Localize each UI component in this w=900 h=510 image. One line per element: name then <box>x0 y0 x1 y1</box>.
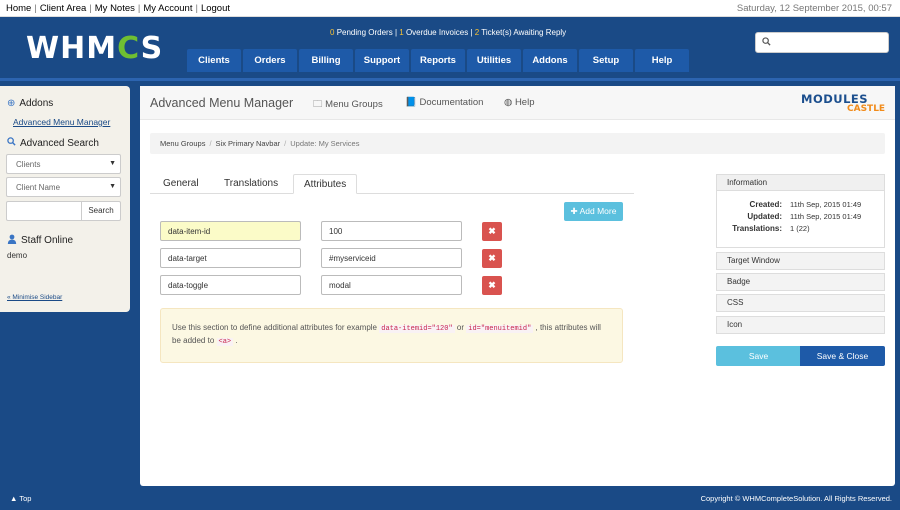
attribute-name-input[interactable]: data-item-id <box>160 221 301 241</box>
nav-tab-clients[interactable]: Clients <box>187 49 241 72</box>
arrow-up-icon: ▲ <box>10 494 18 503</box>
attribute-value-input[interactable]: #myserviceid <box>321 248 462 268</box>
nav-tab-reports[interactable]: Reports <box>411 49 465 72</box>
breadcrumb-navbar[interactable]: Six Primary Navbar <box>216 139 281 148</box>
search-field-select[interactable]: Client Name ▼ <box>6 177 121 197</box>
delete-attribute-button[interactable]: ✖ <box>482 249 502 268</box>
translations-row: Translations: 1 (22) <box>732 224 810 233</box>
plus-icon: ✚ <box>570 206 578 216</box>
top-nav-client-area[interactable]: Client Area <box>40 3 86 14</box>
tab-translations[interactable]: Translations <box>214 174 288 194</box>
updated-row: Updated: 11th Sep, 2015 01:49 <box>747 212 862 221</box>
tickets-awaiting-link[interactable]: Ticket(s) Awaiting Reply <box>481 28 566 37</box>
attribute-value-input[interactable]: 100 <box>321 221 462 241</box>
nav-tab-help[interactable]: Help <box>635 49 689 72</box>
attribute-name-input[interactable]: data-toggle <box>160 275 301 295</box>
top-nav-my-notes[interactable]: My Notes <box>95 3 135 14</box>
top-bar: Home | Client Area | My Notes | My Account | Log… <box>0 0 900 17</box>
section-css[interactable]: CSS <box>716 294 885 312</box>
save-close-button[interactable]: Save & Close <box>800 346 885 366</box>
main-nav: Clients Orders Billing Support Reports U… <box>187 49 689 72</box>
documentation-link[interactable]: 📘 Documentation <box>405 97 483 108</box>
notifications-bar: 0 Pending Orders | 1 Overdue Invoices | … <box>330 28 567 37</box>
sidebar-search-button[interactable]: Search <box>81 201 121 221</box>
plug-icon: ⊕ <box>7 98 16 109</box>
book-icon: 📘 <box>405 97 417 108</box>
folder-icon: 🗀 <box>313 99 323 110</box>
datetime: Saturday, 12 September 2015, 00:57 <box>736 3 892 14</box>
search-icon <box>762 37 771 48</box>
search-icon <box>7 137 16 149</box>
nav-tab-addons[interactable]: Addons <box>523 49 577 72</box>
close-icon: ✖ <box>488 253 496 263</box>
menu-groups-link[interactable]: 🗀 Menu Groups <box>313 97 383 113</box>
add-more-button[interactable]: ✚ Add More <box>564 202 623 221</box>
nav-tab-utilities[interactable]: Utilities <box>467 49 521 72</box>
top-nav-my-account[interactable]: My Account <box>143 3 192 14</box>
content-header: Advanced Menu Manager 🗀 Menu Groups 📘 Do… <box>140 86 895 120</box>
tabs: General Translations Attributes <box>150 174 634 194</box>
nav-tab-orders[interactable]: Orders <box>243 49 297 72</box>
caret-down-icon: ▼ <box>109 183 116 190</box>
attribute-name-input[interactable]: data-target <box>160 248 301 268</box>
header-divider <box>0 72 900 81</box>
nav-tab-setup[interactable]: Setup <box>579 49 633 72</box>
top-nav: Home | Client Area | My Notes | My Account | Log… <box>6 3 230 14</box>
close-icon: ✖ <box>488 280 496 290</box>
overdue-invoices-link[interactable]: Overdue Invoices <box>406 28 468 37</box>
whmcs-logo[interactable]: WHMCS <box>26 31 163 66</box>
section-badge[interactable]: Badge <box>716 273 885 291</box>
caret-down-icon: ▼ <box>109 160 116 167</box>
main-content: Advanced Menu Manager 🗀 Menu Groups 📘 Do… <box>140 86 895 486</box>
created-row: Created: 11th Sep, 2015 01:49 <box>749 200 862 209</box>
sidebar-search-input[interactable] <box>6 201 82 221</box>
delete-attribute-button[interactable]: ✖ <box>482 222 502 241</box>
header: WHMCS 0 Pending Orders | 1 Overdue Invoi… <box>0 17 900 72</box>
advanced-menu-manager-link[interactable]: Advanced Menu Manager <box>13 117 110 127</box>
search-type-select[interactable]: Clients ▼ <box>6 154 121 174</box>
tab-general[interactable]: General <box>153 174 209 194</box>
information-heading: Information <box>716 174 885 191</box>
information-body: Created: 11th Sep, 2015 01:49 Updated: 11t… <box>716 191 885 248</box>
staff-online-heading: Staff Online <box>7 234 73 247</box>
breadcrumb-current: Update: My Services <box>290 139 360 148</box>
nav-tab-support[interactable]: Support <box>355 49 409 72</box>
nav-tab-billing[interactable]: Billing <box>299 49 353 72</box>
header-search-input[interactable] <box>755 32 889 53</box>
gear-icon: C <box>117 31 141 66</box>
nav-separator: | <box>34 3 37 14</box>
attribute-value-input[interactable]: modal <box>321 275 462 295</box>
lifebuoy-icon: ◍ <box>504 97 513 108</box>
nav-separator: | <box>89 3 92 14</box>
user-icon <box>7 234 17 247</box>
breadcrumb-menu-groups[interactable]: Menu Groups <box>160 139 205 148</box>
nav-separator: | <box>195 3 198 14</box>
attributes-help-note: Use this section to define additional at… <box>160 308 623 363</box>
section-target-window[interactable]: Target Window <box>716 252 885 270</box>
save-button[interactable]: Save <box>716 346 801 366</box>
copyright: Copyright © WHMCompleteSolution. All Rig… <box>700 494 892 503</box>
nav-separator: | <box>137 3 141 14</box>
tab-attributes[interactable]: Attributes <box>293 174 358 194</box>
delete-attribute-button[interactable]: ✖ <box>482 276 502 295</box>
advanced-search-heading: Advanced Search <box>7 137 99 149</box>
top-nav-home[interactable]: Home <box>6 3 31 14</box>
sidebar: ⊕ Addons Advanced Menu Manager Advanced S… <box>0 86 130 312</box>
pending-orders-link[interactable]: Pending Orders <box>337 28 393 37</box>
section-icon[interactable]: Icon <box>716 316 885 334</box>
minimise-sidebar-link[interactable]: « Minimise Sidebar <box>7 294 62 301</box>
back-to-top-link[interactable]: ▲ Top <box>10 494 31 503</box>
close-icon: ✖ <box>488 226 496 236</box>
staff-online-user: demo <box>7 251 28 260</box>
breadcrumb: Menu Groups / Six Primary Navbar / Update: M… <box>150 133 885 154</box>
modules-castle-logo: MODULES CASTLE <box>801 92 886 114</box>
top-nav-logout[interactable]: Logout <box>201 3 230 14</box>
addons-heading: ⊕ Addons <box>7 98 54 109</box>
help-link[interactable]: ◍ Help <box>504 97 534 108</box>
page-title: Advanced Menu Manager <box>150 96 294 110</box>
